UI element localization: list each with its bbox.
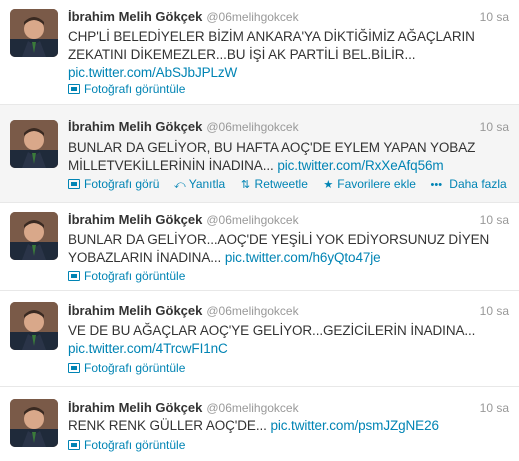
- reply-button[interactable]: ⤺ Yanıtla: [174, 177, 225, 192]
- tweet-text: VE DE BU AĞAÇLAR AOÇ'YE GELİYOR...GEZİCİ…: [68, 322, 507, 358]
- media-link[interactable]: pic.twitter.com/4TrcwFI1nC: [68, 341, 228, 356]
- tweet-header: İbrahim Melih Gökçek @06melihgokcek: [68, 8, 509, 24]
- author-name[interactable]: İbrahim Melih Gökçek: [68, 212, 202, 227]
- author-handle[interactable]: @06melihgokcek: [206, 401, 298, 415]
- media-link[interactable]: pic.twitter.com/psmJZgNE26: [270, 418, 439, 433]
- avatar[interactable]: [10, 120, 58, 168]
- avatar[interactable]: [10, 302, 58, 350]
- view-photo-label: Fotoğrafı görü: [84, 177, 160, 191]
- author-handle[interactable]: @06melihgokcek: [206, 120, 298, 134]
- view-photo-label: Fotoğrafı görüntüle: [84, 82, 186, 96]
- retweet-icon: ⇅: [240, 179, 251, 191]
- author-handle[interactable]: @06melihgokcek: [206, 213, 298, 227]
- more-label: Daha fazla: [449, 177, 507, 191]
- tweet-timestamp[interactable]: 10 sa: [480, 10, 509, 24]
- view-photo-label: Fotoğrafı görüntüle: [84, 361, 186, 375]
- tweet-actions: Fotoğrafı görüntüle: [68, 82, 509, 98]
- avatar[interactable]: [10, 9, 58, 57]
- photo-icon: [68, 363, 80, 373]
- tweet-actions: Fotoğrafı görüntüle: [68, 438, 509, 454]
- tweet-actions: Fotoğrafı görüntüle: [68, 361, 509, 377]
- tweet-text: CHP'Lİ BELEDİYELER BİZİM ANKARA'YA DİKTİ…: [68, 28, 507, 82]
- tweet-text: RENK RENK GÜLLER AOÇ'DE... pic.twitter.c…: [68, 417, 507, 435]
- avatar[interactable]: [10, 399, 58, 447]
- tweet-actions: Fotoğrafı görü ⤺ Yanıtla ⇅ Retweetle ★ Favo…: [68, 177, 509, 193]
- avatar[interactable]: [10, 212, 58, 260]
- view-photo-button[interactable]: Fotoğrafı görüntüle: [68, 438, 185, 452]
- favorite-button[interactable]: ★ Favorilere ekle: [322, 177, 416, 191]
- author-handle[interactable]: @06melihgokcek: [206, 304, 298, 318]
- photo-icon: [68, 440, 80, 450]
- tweet-actions: Fotoğrafı görüntüle: [68, 269, 509, 285]
- tweet-body: RENK RENK GÜLLER AOÇ'DE...: [68, 418, 267, 433]
- reply-label: Yanıtla: [188, 177, 226, 191]
- author-handle[interactable]: @06melihgokcek: [206, 10, 298, 24]
- tweet-header: İbrahim Melih Gökçek @06melihgokcek: [68, 399, 509, 415]
- tweet-item[interactable]: İbrahim Melih Gökçek @06melihgokcek 10 sa…: [0, 105, 519, 203]
- tweet-timestamp[interactable]: 10 sa: [480, 304, 509, 318]
- media-link[interactable]: pic.twitter.com/h6yQto47je: [225, 250, 381, 265]
- tweet-item[interactable]: İbrahim Melih Gökçek @06melihgokcek 10 sa…: [0, 0, 519, 105]
- author-name[interactable]: İbrahim Melih Gökçek: [68, 119, 202, 134]
- view-photo-button[interactable]: Fotoğrafı görüntüle: [68, 269, 185, 283]
- more-button[interactable]: ••• Daha fazla: [430, 177, 507, 191]
- more-icon: •••: [430, 179, 443, 191]
- tweet-item[interactable]: İbrahim Melih Gökçek @06melihgokcek 10 sa…: [0, 387, 519, 461]
- star-icon: ★: [323, 179, 334, 191]
- tweet-header: İbrahim Melih Gökçek @06melihgokcek: [68, 302, 509, 318]
- media-link[interactable]: pic.twitter.com/RxXeAfq56m: [277, 158, 443, 173]
- tweet-timestamp[interactable]: 10 sa: [480, 120, 509, 134]
- view-photo-button[interactable]: Fotoğrafı görü: [68, 177, 159, 191]
- photo-icon: [68, 179, 80, 189]
- tweet-timestamp[interactable]: 10 sa: [480, 213, 509, 227]
- view-photo-button[interactable]: Fotoğrafı görüntüle: [68, 82, 185, 96]
- tweet-item[interactable]: İbrahim Melih Gökçek @06melihgokcek 10 sa…: [0, 203, 519, 291]
- photo-icon: [68, 271, 80, 281]
- tweet-text: BUNLAR DA GELİYOR...AOÇ'DE YEŞİLİ YOK ED…: [68, 231, 507, 267]
- author-name[interactable]: İbrahim Melih Gökçek: [68, 303, 202, 318]
- reply-icon: ⤺: [173, 179, 186, 191]
- view-photo-label: Fotoğrafı görüntüle: [84, 438, 186, 452]
- view-photo-label: Fotoğrafı görüntüle: [84, 269, 186, 283]
- author-name[interactable]: İbrahim Melih Gökçek: [68, 9, 202, 24]
- tweet-header: İbrahim Melih Gökçek @06melihgokcek: [68, 211, 509, 227]
- retweet-button[interactable]: ⇅ Retweetle: [240, 177, 308, 191]
- tweet-timestamp[interactable]: 10 sa: [480, 401, 509, 415]
- author-name[interactable]: İbrahim Melih Gökçek: [68, 400, 202, 415]
- tweet-text: BUNLAR DA GELİYOR, BU HAFTA AOÇ'DE EYLEM…: [68, 139, 507, 175]
- tweet-header: İbrahim Melih Gökçek @06melihgokcek: [68, 118, 509, 134]
- tweet-body: VE DE BU AĞAÇLAR AOÇ'YE GELİYOR...GEZİCİ…: [68, 323, 476, 338]
- tweet-item[interactable]: İbrahim Melih Gökçek @06melihgokcek 10 sa…: [0, 291, 519, 387]
- photo-icon: [68, 84, 80, 94]
- favorite-label: Favorilere ekle: [337, 177, 416, 191]
- tweet-timeline: İbrahim Melih Gökçek @06melihgokcek 10 sa…: [0, 0, 519, 461]
- media-link[interactable]: pic.twitter.com/AbSJbJPLzW: [68, 65, 237, 80]
- tweet-body: CHP'Lİ BELEDİYELER BİZİM ANKARA'YA DİKTİ…: [68, 29, 475, 62]
- view-photo-button[interactable]: Fotoğrafı görüntüle: [68, 361, 185, 375]
- retweet-label: Retweetle: [254, 177, 308, 191]
